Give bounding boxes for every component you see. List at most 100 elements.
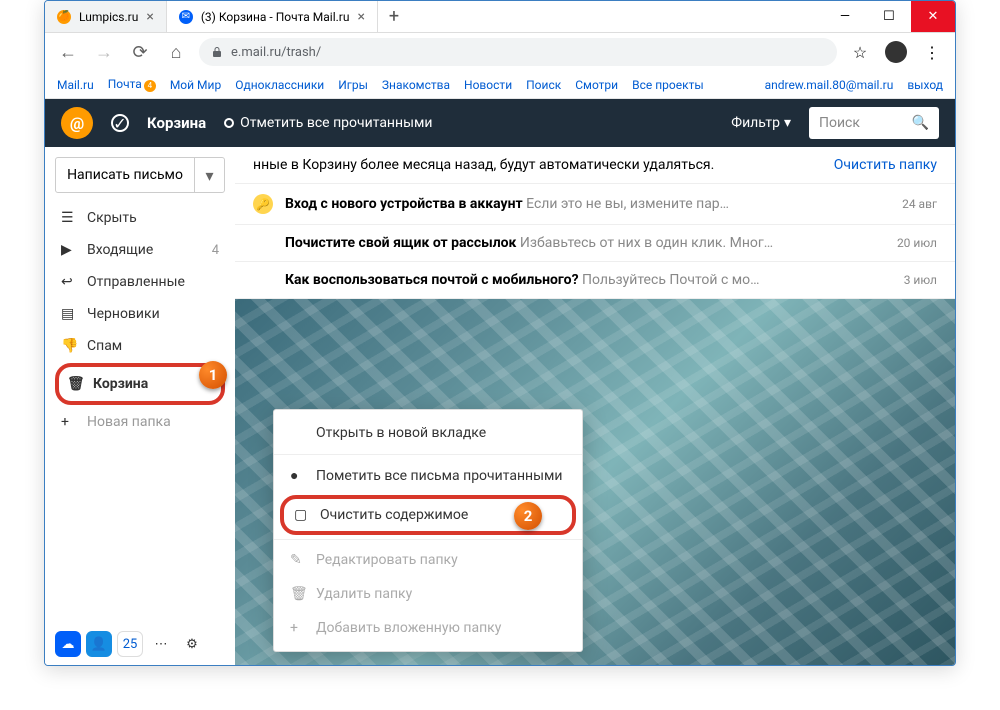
sidebar-bottombar: ☁ 👤 25 ⋯ ⚙ (55, 631, 205, 657)
plus-icon: + (61, 414, 77, 430)
highlight-marker-2: ▢Очистить содержимое 2 (280, 495, 576, 535)
address-bar: ← → ⟳ ⌂ e.mail.ru/trash/ ☆ ⋮ (45, 33, 955, 71)
nav-link[interactable]: Поиск (526, 78, 561, 92)
more-button[interactable]: ⋯ (148, 631, 174, 657)
current-folder-title: Корзина (147, 114, 206, 132)
window-controls: — ☐ ✕ (823, 1, 955, 32)
edit-icon: ✎ (290, 552, 306, 568)
search-placeholder: Поиск (819, 115, 860, 131)
message-date: 24 авг (902, 197, 937, 211)
browser-tab-inactive[interactable]: 🍊 Lumpics.ru × (45, 1, 167, 32)
trash-icon: 🗑 (290, 586, 306, 602)
folder-icon: ▢ (294, 507, 310, 523)
browser-window: 🍊 Lumpics.ru × ✉ (3) Корзина - Почта Mai… (44, 0, 956, 666)
nav-link[interactable]: Знакомства (382, 78, 450, 92)
banner-text: нные в Корзину более месяца назад, будут… (253, 157, 714, 173)
plus-icon: + (290, 620, 306, 636)
filter-button[interactable]: Фильтр ▾ (731, 115, 791, 131)
bookmark-star-icon[interactable]: ☆ (847, 39, 873, 65)
mailru-topnav: Mail.ru Почта4 Мой Мир Одноклассники Игр… (45, 71, 955, 99)
minimize-button[interactable]: — (823, 1, 867, 32)
inbox-count: 4 (212, 243, 219, 258)
nav-link[interactable]: Новости (464, 78, 512, 92)
nav-link[interactable]: Почта4 (108, 77, 156, 92)
ctx-open-new-tab[interactable]: Открыть в новой вкладке (274, 416, 582, 450)
play-icon: ▶ (61, 242, 77, 258)
message-row[interactable]: Почистите свой ящик от рассылок Избавьте… (235, 225, 955, 262)
url-field[interactable]: e.mail.ru/trash/ (199, 38, 837, 66)
browser-menu-icon[interactable]: ⋮ (919, 39, 945, 65)
highlight-marker-1: 🗑Корзина 1 (55, 363, 225, 405)
thumb-down-icon: 👎 (61, 338, 77, 354)
key-icon: 🔑 (253, 194, 273, 214)
sidebar-hide[interactable]: ☰Скрыть (55, 203, 225, 233)
search-icon: 🔍 (912, 115, 929, 131)
mail-toolbar: @ ✓ Корзина Отметить все прочитанными Фи… (45, 99, 955, 147)
tab-title: Lumpics.ru (79, 10, 138, 24)
menu-icon: ☰ (61, 210, 77, 226)
tab-title: (3) Корзина - Почта Mail.ru (201, 10, 350, 24)
close-window-button[interactable]: ✕ (911, 1, 955, 32)
cloud-button[interactable]: ☁ (55, 631, 81, 657)
reply-icon: ↩ (61, 274, 77, 290)
trash-icon: 🗑 (67, 376, 83, 392)
sidebar: Написать письмо ▾ ☰Скрыть ▶Входящие4 ↩От… (45, 147, 235, 665)
close-icon[interactable]: × (146, 9, 153, 25)
sidebar-drafts[interactable]: ▤Черновики (55, 299, 225, 329)
sidebar-new-folder[interactable]: +Новая папка (55, 407, 225, 437)
sidebar-spam[interactable]: 👎Спам (55, 331, 225, 361)
back-button[interactable]: ← (55, 39, 81, 65)
select-all-checkbox[interactable]: ✓ (111, 114, 129, 132)
mailru-logo-icon[interactable]: @ (61, 107, 93, 139)
clear-folder-link[interactable]: Очистить папку (834, 157, 937, 173)
sidebar-trash[interactable]: 🗑Корзина (61, 369, 219, 399)
context-menu: Открыть в новой вкладке ●Пометить все пи… (273, 409, 583, 652)
browser-tab-active[interactable]: ✉ (3) Корзина - Почта Mail.ru × (167, 1, 378, 32)
nav-link[interactable]: Mail.ru (57, 78, 94, 92)
favicon: ✉ (179, 10, 193, 24)
forward-button[interactable]: → (91, 39, 117, 65)
message-date: 3 июл (904, 273, 937, 287)
lock-icon (211, 46, 223, 58)
new-tab-button[interactable]: + (378, 1, 410, 32)
sidebar-inbox[interactable]: ▶Входящие4 (55, 235, 225, 265)
ctx-edit-folder[interactable]: ✎Редактировать папку (274, 539, 582, 577)
calendar-button[interactable]: 25 (117, 631, 143, 657)
nav-link[interactable]: Все проекты (632, 78, 704, 92)
message-row[interactable]: 🔑 Вход с нового устройства в аккаунт Есл… (235, 184, 955, 225)
user-email[interactable]: andrew.mail.80@mail.ru (765, 78, 894, 92)
contacts-button[interactable]: 👤 (86, 631, 112, 657)
nav-link[interactable]: Одноклассники (235, 78, 324, 92)
favicon: 🍊 (57, 10, 71, 24)
message-row[interactable]: Как воспользоваться почтой с мобильного?… (235, 262, 955, 299)
profile-avatar[interactable] (883, 39, 909, 65)
dot-icon: ● (290, 467, 306, 484)
ctx-mark-read[interactable]: ●Пометить все письма прочитанными (274, 454, 582, 493)
ctx-delete-folder[interactable]: 🗑Удалить папку (274, 577, 582, 611)
search-input[interactable]: Поиск 🔍 (809, 107, 939, 139)
nav-link[interactable]: Смотри (575, 78, 618, 92)
nav-link[interactable]: Мой Мир (170, 78, 221, 92)
titlebar: 🍊 Lumpics.ru × ✉ (3) Корзина - Почта Mai… (45, 1, 955, 33)
url-text: e.mail.ru/trash/ (231, 45, 321, 60)
logout-link[interactable]: выход (907, 78, 943, 92)
callout-number-2: 2 (514, 502, 542, 530)
compose-label: Написать письмо (56, 158, 194, 192)
message-date: 20 июл (897, 236, 937, 250)
mark-all-read-button[interactable]: Отметить все прочитанными (224, 115, 432, 131)
mail-badge: 4 (144, 80, 156, 92)
nav-link[interactable]: Игры (338, 78, 368, 92)
compose-dropdown[interactable]: ▾ (194, 158, 224, 192)
home-button[interactable]: ⌂ (163, 39, 189, 65)
maximize-button[interactable]: ☐ (867, 1, 911, 32)
settings-button[interactable]: ⚙ (179, 631, 205, 657)
sidebar-sent[interactable]: ↩Отправленные (55, 267, 225, 297)
reload-button[interactable]: ⟳ (127, 39, 153, 65)
message-icon: 🔑 (253, 194, 275, 214)
document-icon: ▤ (61, 306, 77, 322)
compose-button[interactable]: Написать письмо ▾ (55, 157, 225, 193)
close-icon[interactable]: × (358, 9, 365, 25)
ctx-add-subfolder[interactable]: +Добавить вложенную папку (274, 611, 582, 645)
info-banner: нные в Корзину более месяца назад, будут… (235, 147, 955, 184)
callout-number-1: 1 (199, 361, 227, 389)
